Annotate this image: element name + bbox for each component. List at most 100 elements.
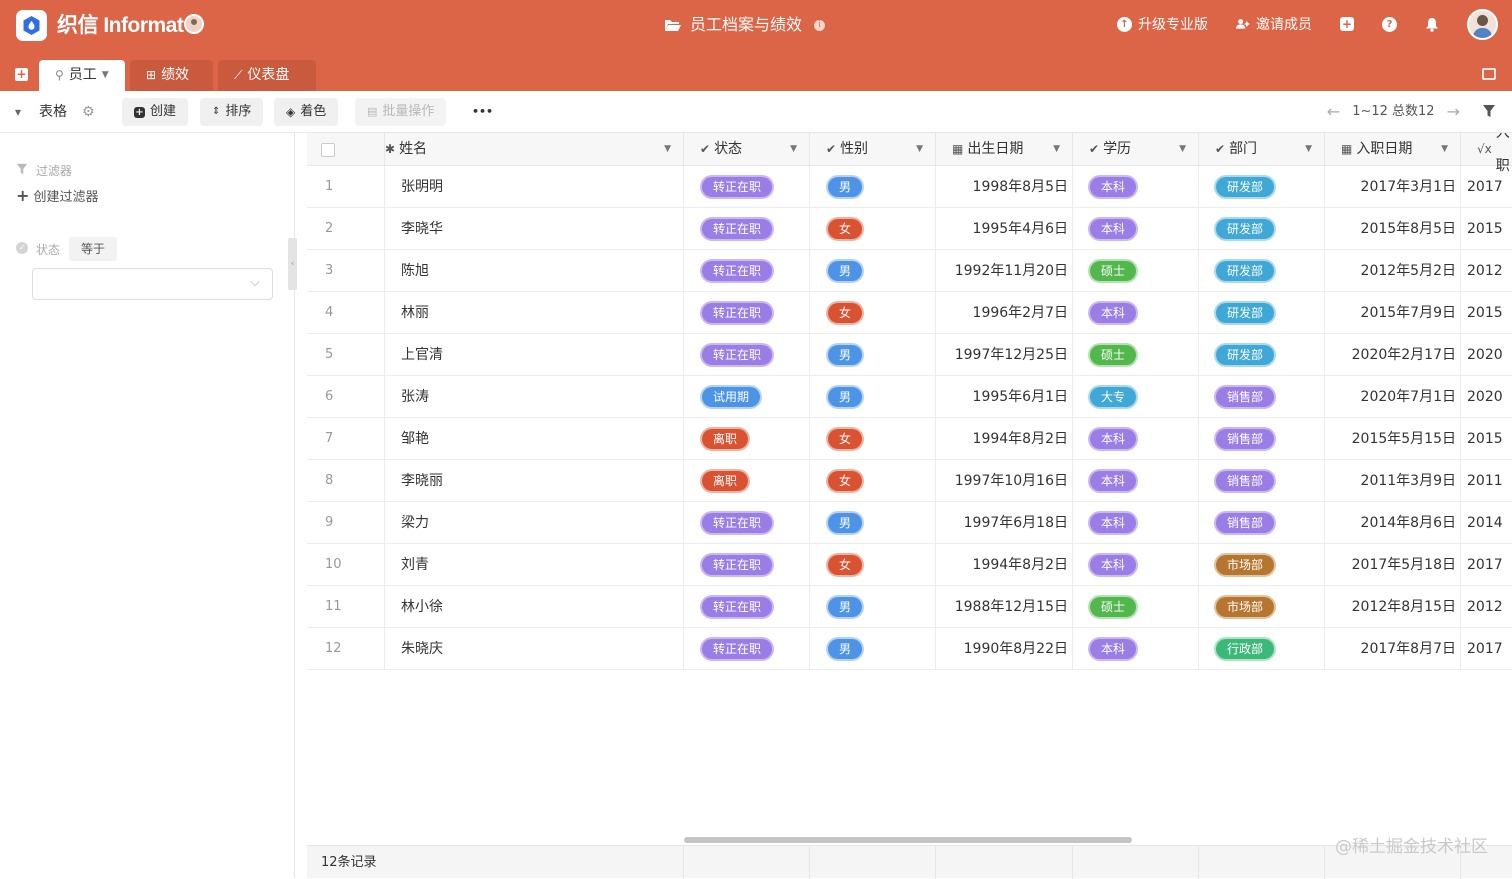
row-number-cell[interactable]: 9: [307, 502, 385, 544]
hiredate-cell[interactable]: 2015年7月9日: [1325, 292, 1461, 334]
department-cell[interactable]: 销售部: [1199, 418, 1325, 460]
row-number-cell[interactable]: 2: [307, 208, 385, 250]
tab-performance[interactable]: ⊞ 绩效: [130, 60, 213, 91]
birthdate-cell[interactable]: 1996年2月7日: [936, 292, 1073, 334]
table-row[interactable]: 12 朱晓庆 转正在职 男 1990年8月22日 本科 行政部 2017年8月7日 2017: [307, 628, 1512, 670]
row-number-cell[interactable]: 3: [307, 250, 385, 292]
education-cell[interactable]: 硕士: [1073, 334, 1199, 376]
row-number-cell[interactable]: 12: [307, 628, 385, 670]
collapse-chevron-icon[interactable]: ▾: [15, 98, 21, 126]
extra-cell[interactable]: 2012: [1461, 586, 1512, 628]
chevron-down-icon[interactable]: ▼: [1179, 133, 1186, 166]
create-filter-button[interactable]: + 创建过滤器: [16, 186, 99, 205]
extra-cell[interactable]: 2020: [1461, 376, 1512, 418]
tab-employee[interactable]: ⚲ 员工 ▼: [39, 60, 125, 91]
column-header-status[interactable]: ✔ 状态 ▼: [684, 133, 810, 166]
education-cell[interactable]: 本科: [1073, 460, 1199, 502]
info-icon[interactable]: i: [814, 19, 826, 31]
name-cell[interactable]: 张涛: [385, 376, 684, 418]
status-cell[interactable]: 离职: [684, 418, 810, 460]
batch-action-button[interactable]: ▤ 批量操作: [355, 98, 447, 126]
status-cell[interactable]: 转正在职: [684, 586, 810, 628]
table-row[interactable]: 1 张明明 转正在职 男 1998年8月5日 本科 研发部 2017年3月1日 2017: [307, 166, 1512, 208]
help-button[interactable]: ?: [1382, 16, 1397, 32]
department-cell[interactable]: 研发部: [1199, 334, 1325, 376]
birthdate-cell[interactable]: 1992年11月20日: [936, 250, 1073, 292]
department-cell[interactable]: 研发部: [1199, 166, 1325, 208]
gender-cell[interactable]: 男: [810, 586, 936, 628]
birthdate-cell[interactable]: 1988年12月15日: [936, 586, 1073, 628]
prev-page-icon[interactable]: ←: [1327, 98, 1340, 126]
gender-cell[interactable]: 女: [810, 208, 936, 250]
birthdate-cell[interactable]: 1995年4月6日: [936, 208, 1073, 250]
name-cell[interactable]: 朱晓庆: [385, 628, 684, 670]
user-avatar[interactable]: [1467, 8, 1498, 40]
row-number-cell[interactable]: 10: [307, 544, 385, 586]
name-cell[interactable]: 林丽: [385, 292, 684, 334]
column-header-birthdate[interactable]: ▦ 出生日期 ▼: [936, 133, 1073, 166]
status-cell[interactable]: 试用期: [684, 376, 810, 418]
name-cell[interactable]: 上官清: [385, 334, 684, 376]
department-cell[interactable]: 销售部: [1199, 460, 1325, 502]
row-number-cell[interactable]: 7: [307, 418, 385, 460]
column-header-department[interactable]: ✔ 部门 ▼: [1199, 133, 1325, 166]
education-cell[interactable]: 本科: [1073, 628, 1199, 670]
chevron-down-icon[interactable]: ▼: [790, 133, 797, 166]
column-header-education[interactable]: ✔ 学历 ▼: [1073, 133, 1199, 166]
gender-cell[interactable]: 男: [810, 166, 936, 208]
education-cell[interactable]: 本科: [1073, 208, 1199, 250]
add-tab-icon[interactable]: +: [15, 68, 28, 81]
education-cell[interactable]: 本科: [1073, 502, 1199, 544]
hiredate-cell[interactable]: 2011年3月9日: [1325, 460, 1461, 502]
chevron-down-icon[interactable]: ▼: [664, 133, 671, 166]
row-number-cell[interactable]: 5: [307, 334, 385, 376]
gender-cell[interactable]: 男: [810, 334, 936, 376]
birthdate-cell[interactable]: 1995年6月1日: [936, 376, 1073, 418]
filter-icon[interactable]: [1482, 104, 1496, 118]
birthdate-cell[interactable]: 1997年6月18日: [936, 502, 1073, 544]
color-button[interactable]: ◈ 着色: [274, 98, 339, 126]
table-row[interactable]: 8 李晓丽 离职 女 1997年10月16日 本科 销售部 2011年3月9日 2011: [307, 460, 1512, 502]
birthdate-cell[interactable]: 1997年10月16日: [936, 460, 1073, 502]
upgrade-button[interactable]: ↑ 升级专业版: [1117, 14, 1208, 34]
department-cell[interactable]: 销售部: [1199, 376, 1325, 418]
hiredate-cell[interactable]: 2012年5月2日: [1325, 250, 1461, 292]
department-cell[interactable]: 市场部: [1199, 544, 1325, 586]
status-cell[interactable]: 转正在职: [684, 502, 810, 544]
extra-cell[interactable]: 2014: [1461, 502, 1512, 544]
extra-cell[interactable]: 2011: [1461, 460, 1512, 502]
row-number-cell[interactable]: 8: [307, 460, 385, 502]
name-cell[interactable]: 李晓丽: [385, 460, 684, 502]
education-cell[interactable]: 硕士: [1073, 586, 1199, 628]
more-button[interactable]: •••: [472, 98, 493, 126]
table-row[interactable]: 4 林丽 转正在职 女 1996年2月7日 本科 研发部 2015年7月9日 2015: [307, 292, 1512, 334]
extra-cell[interactable]: 2015: [1461, 292, 1512, 334]
department-cell[interactable]: 研发部: [1199, 292, 1325, 334]
status-cell[interactable]: 转正在职: [684, 250, 810, 292]
column-header-hiredate[interactable]: ▦ 入职日期 ▼: [1325, 133, 1461, 166]
education-cell[interactable]: 本科: [1073, 418, 1199, 460]
table-row[interactable]: 10 刘青 转正在职 女 1994年8月2日 本科 市场部 2017年5月18日 2017: [307, 544, 1512, 586]
name-cell[interactable]: 陈旭: [385, 250, 684, 292]
gender-cell[interactable]: 女: [810, 292, 936, 334]
table-row[interactable]: 9 梁力 转正在职 男 1997年6月18日 本科 销售部 2014年8月6日 2014: [307, 502, 1512, 544]
next-page-icon[interactable]: →: [1447, 98, 1460, 126]
view-name[interactable]: 表格: [39, 98, 67, 126]
row-number-cell[interactable]: 4: [307, 292, 385, 334]
chevron-down-icon[interactable]: ▼: [1053, 133, 1060, 166]
extra-cell[interactable]: 2015: [1461, 208, 1512, 250]
gender-cell[interactable]: 女: [810, 418, 936, 460]
education-cell[interactable]: 硕士: [1073, 250, 1199, 292]
column-header-gender[interactable]: ✔ 性别 ▼: [810, 133, 936, 166]
notification-button[interactable]: [1425, 17, 1439, 32]
sidebar-resize-handle[interactable]: ‹: [288, 238, 297, 290]
row-number-cell[interactable]: 11: [307, 586, 385, 628]
chevron-down-icon[interactable]: ▼: [916, 133, 923, 166]
add-button[interactable]: +: [1340, 17, 1354, 31]
department-cell[interactable]: 销售部: [1199, 502, 1325, 544]
gender-cell[interactable]: 男: [810, 376, 936, 418]
name-cell[interactable]: 张明明: [385, 166, 684, 208]
education-cell[interactable]: 大专: [1073, 376, 1199, 418]
gender-cell[interactable]: 女: [810, 544, 936, 586]
extra-cell[interactable]: 2017: [1461, 166, 1512, 208]
